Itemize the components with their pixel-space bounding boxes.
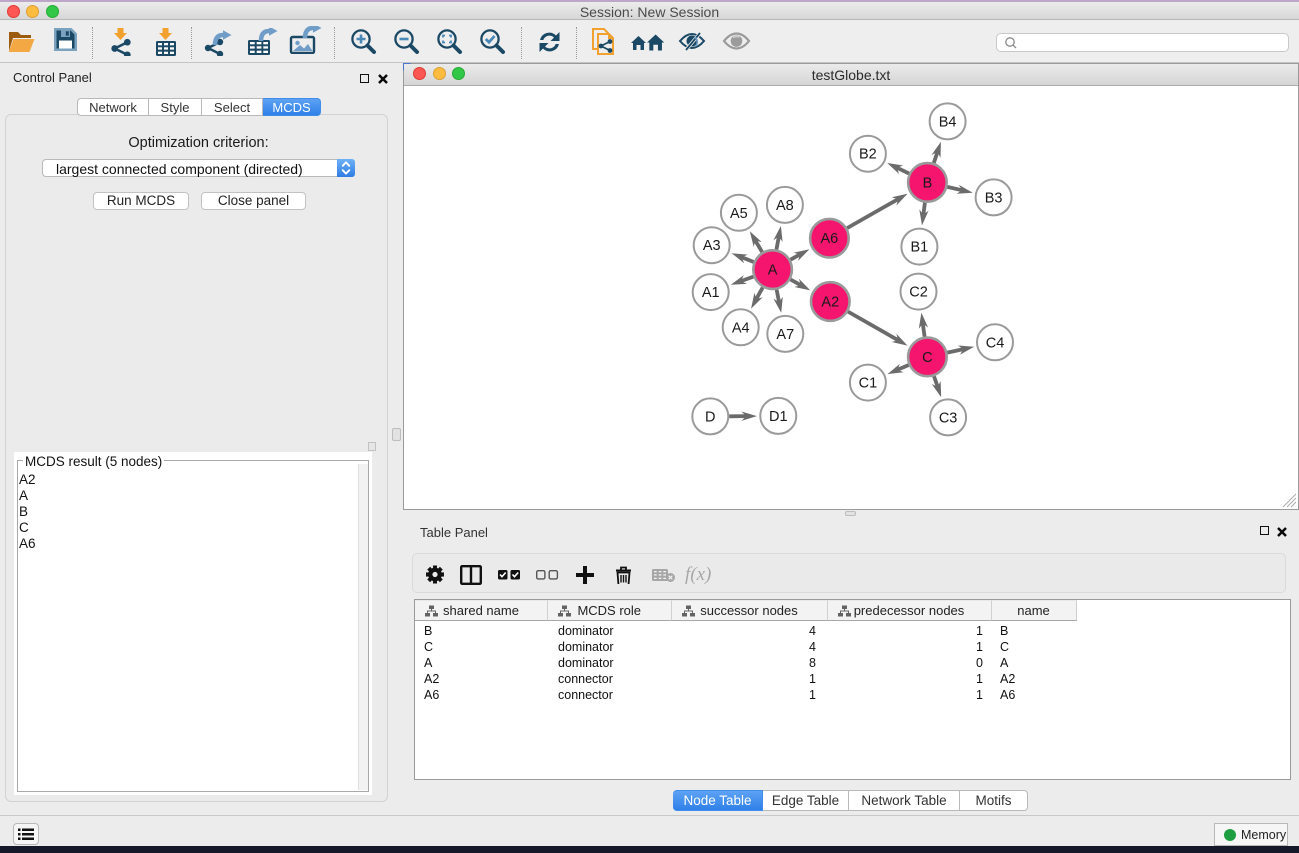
svg-text:A2: A2 [821, 295, 839, 311]
svg-text:A4: A4 [732, 320, 750, 336]
svg-text:A3: A3 [703, 238, 721, 254]
svg-text:A1: A1 [702, 285, 720, 301]
svg-text:B4: B4 [939, 114, 957, 130]
svg-text:B: B [923, 175, 933, 191]
svg-text:D: D [705, 409, 715, 425]
svg-text:C2: C2 [909, 285, 928, 301]
svg-text:C4: C4 [986, 335, 1005, 351]
svg-text:B3: B3 [985, 190, 1003, 206]
svg-text:A7: A7 [776, 327, 794, 343]
svg-text:A8: A8 [776, 198, 794, 214]
svg-text:D1: D1 [769, 409, 788, 425]
svg-text:A5: A5 [730, 206, 748, 222]
svg-text:B2: B2 [859, 147, 877, 163]
svg-text:B1: B1 [911, 240, 929, 256]
svg-text:C3: C3 [939, 410, 958, 426]
svg-text:A6: A6 [821, 231, 839, 247]
svg-text:A: A [768, 263, 778, 279]
svg-text:C: C [922, 350, 932, 366]
svg-text:C1: C1 [859, 376, 878, 392]
